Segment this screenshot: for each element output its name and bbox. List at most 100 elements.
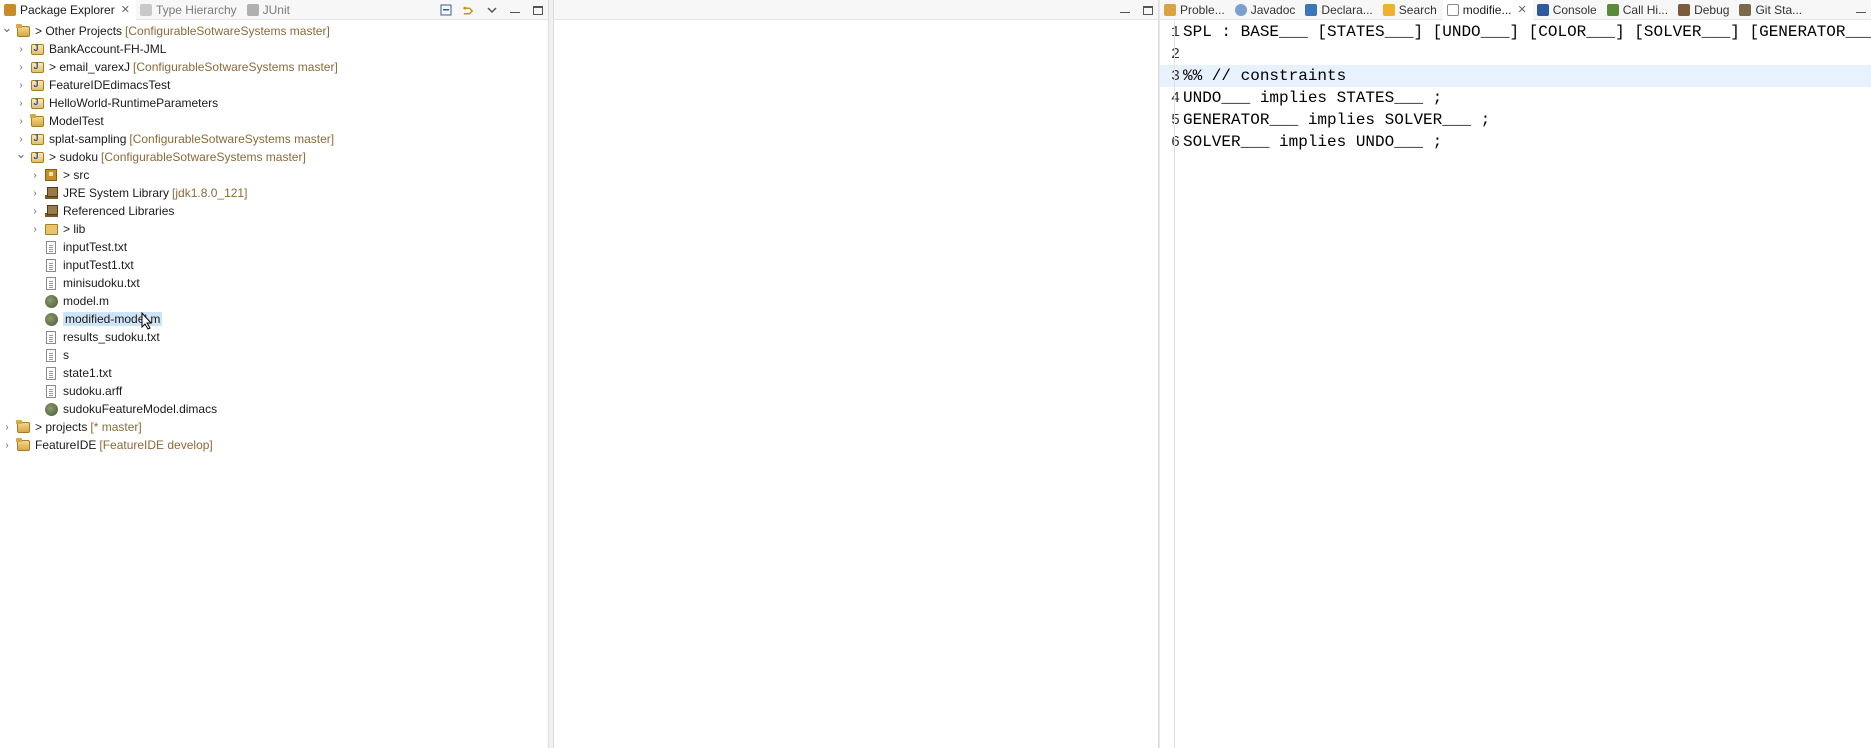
tree-item-label: > lib [63,222,86,236]
tree-item[interactable]: › > email_varexJ[ConfigurableSotwareSyste… [0,58,548,76]
package-explorer-view: Package Explorer ✕ Type Hierarchy JUnit ⌄ > … [0,0,548,748]
tree-item[interactable]: minisudoku.txt [0,274,548,292]
tab-git-sta[interactable]: Git Sta... [1735,0,1808,20]
chevron-right-icon[interactable]: › [16,134,26,145]
tree-item-label: > email_varexJ [49,60,131,74]
chevron-right-icon[interactable]: › [16,80,26,91]
tree-item[interactable]: › > projects [* master] [0,418,548,436]
java-project-icon [30,78,44,92]
tab-type-hierarchy[interactable]: Type Hierarchy [136,0,243,20]
tab-debug[interactable]: Debug [1674,0,1735,20]
text-file-icon [44,330,58,344]
tab-label: Search [1398,2,1437,17]
chevron-right-icon[interactable]: › [30,224,40,235]
tree-item[interactable]: › FeatureIDE [FeatureIDE develop] [0,436,548,454]
tree-item-selected[interactable]: modified-model.m [0,310,548,328]
chevron-right-icon[interactable]: › [2,440,12,451]
editor-view: Proble... Javadoc Declara... Search modifie.… [1160,0,1871,748]
feature-model-icon [44,294,58,308]
project-icon [29,113,44,128]
project-icon [15,23,30,38]
tree-item[interactable]: › FeatureIDEdimacsTest [0,76,548,94]
tree-item-label: sudokuFeatureModel.dimacs [63,402,218,416]
tree-item[interactable]: › ModelTest [0,112,548,130]
tab-label: Console [1552,2,1597,17]
tab-junit[interactable]: JUnit [243,0,296,20]
java-project-icon [30,96,44,110]
tree-item[interactable]: › JRE System Library [jdk1.8.0_121] [0,184,548,202]
tree-item[interactable]: sudoku.arff [0,382,548,400]
project-icon [15,419,30,434]
tree-item[interactable]: inputTest1.txt [0,256,548,274]
close-icon[interactable]: ✕ [1517,3,1526,16]
chevron-right-icon[interactable]: › [16,116,26,127]
tree-item-label: FeatureIDEdimacsTest [49,78,171,92]
code-line: 5 GENERATOR___ implies SOLVER___ ; [1160,109,1871,131]
hierarchy-icon [139,3,152,16]
chevron-right-icon[interactable]: › [30,188,40,199]
tab-search[interactable]: Search [1379,0,1443,20]
tree-item-label: FeatureIDE [35,438,97,452]
chevron-right-icon[interactable]: › [30,170,40,181]
console-icon [1536,3,1549,16]
tree-item-label: ModelTest [49,114,104,128]
empty-view-tabbar [554,0,1158,20]
line-number: 5 [1170,111,1180,129]
tree-item[interactable]: ⌄ > Other Projects [ConfigurableSotwareSys… [0,20,548,40]
tree-item[interactable]: › > src [0,166,548,184]
tree-item[interactable]: sudokuFeatureModel.dimacs [0,400,548,418]
chevron-right-icon[interactable]: › [30,206,40,217]
minimize-icon[interactable] [1854,4,1867,17]
tab-label: Debug [1694,2,1730,17]
tree-item[interactable]: results_sudoku.txt [0,328,548,346]
tab-call-hi[interactable]: Call Hi... [1603,0,1674,20]
link-with-editor-icon[interactable] [462,4,475,17]
tree-item[interactable]: › > lib [0,220,548,238]
tab-label: Git Sta... [1755,2,1803,17]
minimize-icon[interactable] [508,4,521,17]
close-icon[interactable]: ✕ [121,3,130,16]
collapse-all-icon[interactable] [439,4,452,17]
tab-label: modifie... [1462,2,1512,17]
tree-item[interactable]: state1.txt [0,364,548,382]
tree-item[interactable]: s [0,346,548,364]
code-text: %% // constraints [1183,67,1347,85]
tree-item-label: minisudoku.txt [63,276,140,290]
chevron-right-icon[interactable]: › [16,98,26,109]
chevron-down-icon[interactable]: ⌄ [16,146,27,162]
chevron-down-icon[interactable]: ⌄ [2,20,13,36]
chevron-right-icon[interactable]: › [2,422,12,433]
line-number: 6 [1170,133,1180,151]
tree-item[interactable]: › HelloWorld-RuntimeParameters [0,94,548,112]
tree-item[interactable]: › BankAccount-FH-JML [0,40,548,58]
chevron-right-icon[interactable]: › [16,62,26,73]
tree-item[interactable]: ⌄ > sudoku[ConfigurableSotwareSystems mas… [0,146,548,166]
tab-modifie[interactable]: modifie... ✕ [1442,0,1533,20]
editor-gutter [1174,21,1175,748]
tab-label: Declara... [1321,2,1373,17]
maximize-icon[interactable] [531,4,544,17]
maximize-icon[interactable] [1141,4,1154,17]
text-file-icon [44,384,58,398]
tree-item[interactable]: › Referenced Libraries [0,202,548,220]
editor-toolbar [1854,0,1867,20]
tab-proble[interactable]: Proble... [1160,0,1231,20]
tree-item[interactable]: model.m [0,292,548,310]
view-menu-icon[interactable] [485,4,498,17]
code-text: SPL : BASE___ [STATES___] [UNDO___] [COL… [1183,23,1871,41]
mouse-cursor-icon [141,311,153,333]
tree-item-label: HelloWorld-RuntimeParameters [49,96,219,110]
tree-item[interactable]: inputTest.txt [0,238,548,256]
feature-model-editor[interactable]: 1 SPL : BASE___ [STATES___] [UNDO___] [CO… [1160,21,1871,748]
tab-javadoc[interactable]: Javadoc [1231,0,1302,20]
tab-label: Javadoc [1250,2,1296,17]
code-area[interactable]: 1 SPL : BASE___ [STATES___] [UNDO___] [CO… [1160,21,1871,153]
tab-package-explorer[interactable]: Package Explorer ✕ [0,0,136,20]
tab-label: Call Hi... [1622,2,1669,17]
chevron-right-icon[interactable]: › [16,44,26,55]
tab-console[interactable]: Console [1533,0,1603,20]
tab-declara[interactable]: Declara... [1301,0,1378,20]
tree-item[interactable]: › splat-sampling[ConfigurableSotwareSyste… [0,130,548,148]
code-line: 4 UNDO___ implies STATES___ ; [1160,87,1871,109]
minimize-icon[interactable] [1118,4,1131,17]
